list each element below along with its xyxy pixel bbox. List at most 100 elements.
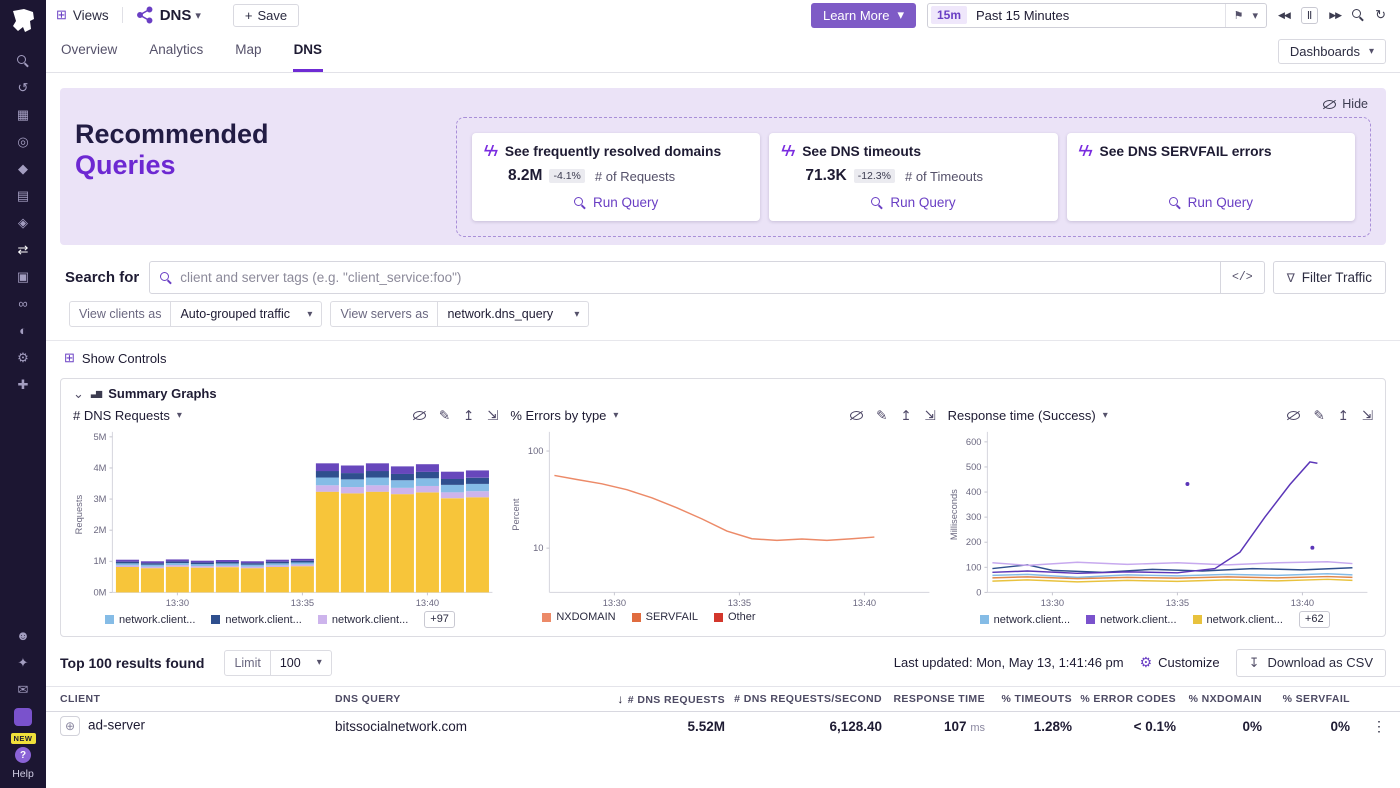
export-graph-icon[interactable]: ↥ [900, 408, 911, 424]
table-row[interactable]: ⊕ad-server bitssocialnetwork.com 5.52M 6… [46, 712, 1400, 740]
hide-graph-icon[interactable] [1287, 408, 1300, 423]
code-toggle-button[interactable]: </> [1220, 262, 1264, 293]
col-servfail[interactable]: % SERVFAIL [1262, 693, 1350, 705]
network-icon[interactable]: ⇄ [11, 241, 35, 258]
fullscreen-graph-icon[interactable]: ⇲ [924, 408, 935, 424]
datadog-logo[interactable] [10, 9, 36, 38]
sort-desc-icon[interactable]: ↓ [617, 692, 623, 706]
pause-button[interactable]: Ⅱ [1301, 7, 1318, 24]
customize-button[interactable]: ⚙ Customize [1140, 654, 1220, 671]
search-icon[interactable] [11, 52, 35, 69]
apm-icon[interactable]: ◈ [11, 214, 35, 231]
client-cell[interactable]: ⊕ad-server [60, 716, 335, 736]
tab-overview[interactable]: Overview [60, 30, 118, 72]
legend-item[interactable]: Other [714, 611, 756, 623]
legend-item[interactable]: SERVFAIL [632, 611, 698, 623]
hide-banner-button[interactable]: Hide [1323, 97, 1368, 111]
title-caret-icon[interactable]: ▾ [195, 9, 201, 22]
caret-icon[interactable]: ▾ [1252, 9, 1258, 22]
edit-graph-icon[interactable]: ✎ [1313, 408, 1324, 424]
svg-text:13:35: 13:35 [728, 598, 751, 608]
filter-traffic-button[interactable]: ∇ Filter Traffic [1273, 261, 1386, 294]
tab-map[interactable]: Map [234, 30, 262, 72]
col-error-codes[interactable]: % ERROR CODES [1072, 693, 1176, 705]
export-graph-icon[interactable]: ↥ [463, 408, 474, 424]
chart-plot[interactable]: 0M1M2M3M4M5M13:3013:3513:40Requests [73, 427, 498, 610]
tab-dns[interactable]: DNS [293, 30, 324, 72]
chart-plot[interactable]: 1010013:3013:3513:40Percent [510, 427, 935, 610]
integrations-icon[interactable]: ⚙ [11, 349, 35, 366]
col-dns-requests[interactable]: ↓# DNS REQUESTS [615, 692, 725, 706]
legend-item[interactable]: network.client... [1086, 614, 1176, 626]
legend-item[interactable]: network.client... [1193, 614, 1283, 626]
query-card: ϟϟSee DNS timeouts71.3K-12.3%# of Timeou… [769, 133, 1057, 221]
lightning-icon: ϟϟ [781, 144, 793, 160]
search-input[interactable] [180, 270, 1220, 285]
more-icon[interactable]: ✚ [11, 376, 35, 393]
col-response-time[interactable]: RESPONSE TIME [882, 693, 985, 705]
limit-select[interactable]: 100 ▾ [271, 651, 331, 675]
legend-item[interactable]: network.client... [980, 614, 1070, 626]
legend-item[interactable]: network.client... [318, 614, 408, 626]
fullscreen-graph-icon[interactable]: ⇲ [487, 408, 498, 424]
legend-item[interactable]: +97 [424, 611, 455, 628]
dns-query-cell[interactable]: bitssocialnetwork.com [335, 719, 615, 734]
legend-item[interactable]: +62 [1299, 611, 1330, 628]
chart-card: # DNS Requests▾ ✎ ↥ ⇲ 0M1M2M3M4M5M13:3013:35… [73, 404, 498, 628]
metrics-icon[interactable]: ▦ [11, 106, 35, 123]
zoom-icon[interactable] [1352, 9, 1364, 21]
chart-plot[interactable]: 010020030040050060013:3013:3513:40Millis… [948, 427, 1373, 610]
row-menu-kebab[interactable]: ⋮ [1350, 718, 1386, 735]
funnel-icon: ∇ [1287, 271, 1295, 285]
feedback-icon[interactable]: ✉ [11, 681, 35, 698]
chart-title-dropdown[interactable]: Response time (Success)▾ [948, 404, 1108, 427]
divider [122, 7, 123, 23]
col-requests-per-second[interactable]: # DNS REQUESTS/SECOND [725, 693, 882, 705]
history-icon[interactable]: ↺ [11, 79, 35, 96]
learn-more-button[interactable]: Learn More ▾ [811, 3, 916, 28]
chart-title-dropdown[interactable]: # DNS Requests▾ [73, 404, 182, 427]
save-button[interactable]: + Save [233, 4, 299, 27]
security-icon[interactable]: ◆ [11, 160, 35, 177]
edit-graph-icon[interactable]: ✎ [439, 408, 450, 424]
col-timeouts[interactable]: % TIMEOUTS [985, 693, 1072, 705]
edit-graph-icon[interactable]: ✎ [876, 408, 887, 424]
pin-icon[interactable]: ⚑ [1234, 9, 1244, 22]
dashboards-dropdown[interactable]: Dashboards ▾ [1278, 39, 1386, 64]
col-nxdomain[interactable]: % NXDOMAIN [1176, 693, 1262, 705]
bits-ai-icon[interactable] [14, 708, 32, 726]
hide-graph-icon[interactable] [413, 408, 426, 423]
collapse-chevron-icon[interactable]: ⌄ [73, 389, 84, 399]
col-dns-query[interactable]: DNS QUERY [335, 693, 615, 705]
whats-new-icon[interactable]: ✦ [11, 654, 35, 671]
view-servers-select[interactable]: network.dns_query ▾ [438, 302, 588, 326]
legend-item[interactable]: network.client... [211, 614, 301, 626]
watchdog-icon[interactable]: ◎ [11, 133, 35, 150]
chart-title-dropdown[interactable]: % Errors by type▾ [510, 404, 618, 427]
fullscreen-graph-icon[interactable]: ⇲ [1362, 408, 1373, 424]
legend-item[interactable]: network.client... [105, 614, 195, 626]
user-icon[interactable]: ☻ [11, 627, 35, 644]
serverless-icon[interactable]: ∞ [11, 295, 35, 312]
col-client[interactable]: CLIENT [60, 693, 335, 705]
download-csv-button[interactable]: ↧ Download as CSV [1236, 649, 1386, 677]
forward-button[interactable]: ▶▶ [1329, 10, 1341, 21]
rewind-button[interactable]: ◀◀ [1278, 10, 1290, 21]
ci-icon[interactable]: ◐ [11, 322, 35, 339]
run-query-button[interactable]: Run Query [574, 195, 658, 212]
export-graph-icon[interactable]: ↥ [1338, 408, 1349, 424]
run-query-button[interactable]: Run Query [871, 195, 955, 212]
show-controls-button[interactable]: ⊞ Show Controls [64, 350, 166, 366]
legend-item[interactable]: NXDOMAIN [542, 611, 615, 623]
run-query-button[interactable]: Run Query [1169, 195, 1253, 212]
view-clients-select[interactable]: Auto-grouped traffic ▾ [171, 302, 321, 326]
infrastructure-icon[interactable]: ▣ [11, 268, 35, 285]
views-button[interactable]: ⊞ Views [56, 7, 109, 23]
help-icon[interactable]: ? [15, 747, 31, 763]
time-range-picker[interactable]: 15m Past 15 Minutes ⚑ ▾ [927, 3, 1267, 28]
tab-analytics[interactable]: Analytics [148, 30, 204, 72]
hide-graph-icon[interactable] [850, 408, 863, 423]
refresh-button[interactable]: ↻ [1375, 7, 1386, 23]
caret-icon: ▾ [897, 7, 904, 23]
logs-icon[interactable]: ▤ [11, 187, 35, 204]
